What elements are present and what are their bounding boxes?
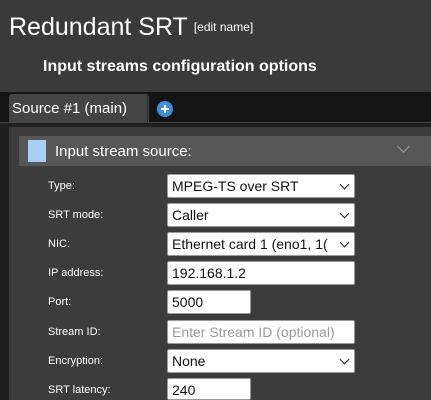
port-label: Port:: [48, 296, 72, 308]
tab-source-1-label: Source #1 (main): [12, 100, 128, 117]
encryption-label: Encryption:: [48, 355, 104, 367]
edit-name-link[interactable]: [edit name]: [194, 20, 253, 34]
encryption-select[interactable]: None: [167, 349, 355, 373]
type-value: MPEG-TS over SRT: [172, 178, 299, 194]
section-label: Input stream source:: [55, 143, 192, 160]
tab-underline: [0, 122, 431, 123]
ip-address-input[interactable]: 192.168.1.2: [167, 261, 355, 285]
port-input[interactable]: 5000: [167, 290, 251, 314]
type-select[interactable]: MPEG-TS over SRT: [167, 174, 355, 198]
nic-value: Ethernet card 1 (eno1, 1(: [172, 236, 328, 252]
title-bar: Redundant SRT [edit name]: [0, 0, 431, 46]
input-stream-source-header[interactable]: Input stream source:: [19, 136, 431, 166]
nic-select[interactable]: Ethernet card 1 (eno1, 1(: [167, 232, 355, 256]
srt-mode-select[interactable]: Caller: [167, 203, 355, 227]
srt-mode-value: Caller: [172, 207, 209, 223]
section-marker: [28, 140, 46, 162]
type-label: Type:: [48, 180, 75, 192]
page-subtitle: Input streams configuration options: [43, 58, 317, 75]
ip-address-label: IP address:: [48, 267, 104, 279]
srt-mode-label: SRT mode:: [48, 209, 104, 221]
chevron-down-icon: [339, 354, 350, 365]
srt-latency-label: SRT latency:: [48, 384, 111, 396]
stream-id-label: Stream ID:: [48, 326, 101, 338]
nic-label: NIC:: [48, 238, 70, 250]
chevron-down-icon: [339, 237, 350, 248]
page-title: Redundant SRT [edit name]: [9, 13, 253, 42]
encryption-value: None: [172, 353, 206, 369]
tab-strip: Source #1 (main): [0, 92, 431, 122]
tab-separator: [147, 94, 148, 122]
subtitle-bar: Input streams configuration options: [0, 46, 431, 92]
stream-id-input[interactable]: Enter Stream ID (optional): [167, 320, 355, 344]
srt-latency-input[interactable]: 240: [167, 378, 251, 400]
add-source-icon[interactable]: [157, 101, 173, 117]
chevron-down-icon[interactable]: [397, 140, 410, 153]
page-title-text: Redundant SRT: [9, 13, 188, 41]
chevron-down-icon: [339, 179, 350, 190]
tab-source-1[interactable]: Source #1 (main): [9, 94, 149, 122]
chevron-down-icon: [339, 208, 350, 219]
